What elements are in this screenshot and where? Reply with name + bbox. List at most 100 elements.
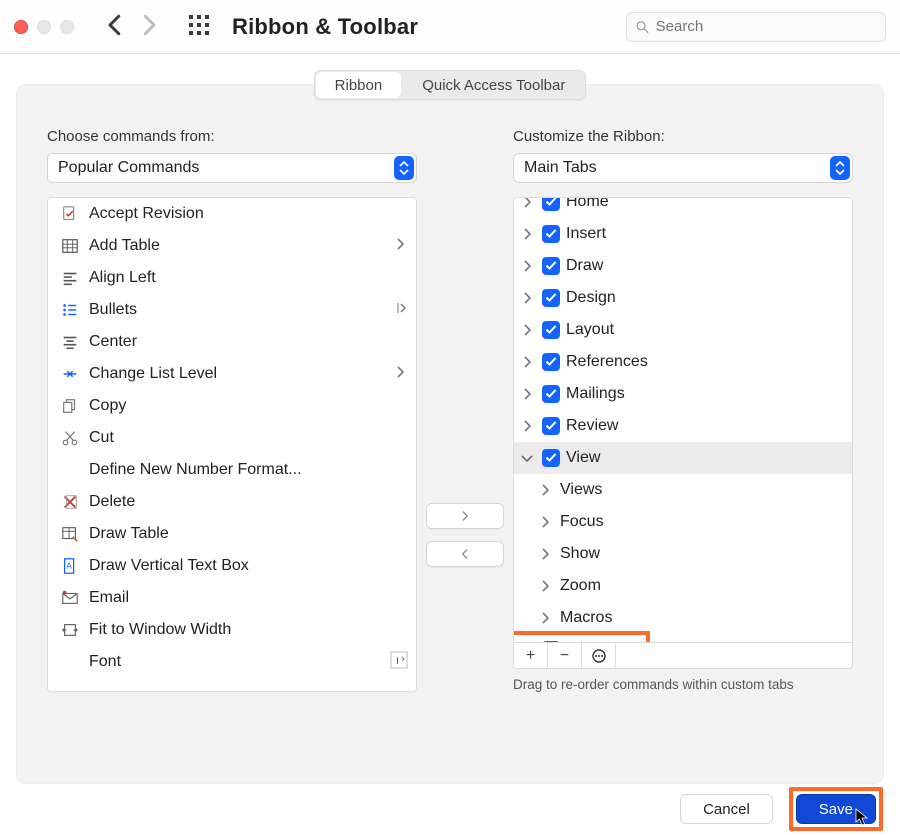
chevron-right-icon[interactable] [518,324,536,336]
command-item[interactable]: Copy [48,390,416,422]
command-item[interactable]: Cut [48,422,416,454]
child-label: Macros [560,609,612,627]
command-label: Bullets [89,301,387,319]
tab-tree-child[interactable]: Zoom [514,570,852,602]
chevron-right-icon[interactable] [536,612,554,624]
checkbox-icon[interactable] [542,449,560,467]
transfer-buttons [417,128,513,692]
tab-tree-item[interactable]: Draw [514,250,852,282]
back-button[interactable] [100,10,130,44]
command-item[interactable]: Draw Table [48,518,416,550]
command-label: Fit to Window Width [89,621,408,639]
tab-tree-child[interactable]: Show [514,538,852,570]
zoom-window-icon[interactable] [60,20,74,34]
chevron-down-icon[interactable] [518,454,536,462]
command-item[interactable]: Change List Level [48,358,416,390]
chevron-right-icon[interactable] [518,356,536,368]
child-label: Show [560,545,600,563]
cursor-icon [855,808,871,826]
command-item[interactable]: ADraw Vertical Text Box [48,550,416,582]
tab-tree-item[interactable]: Insert [514,218,852,250]
blank-icon [60,460,80,480]
command-item[interactable]: Fit to Window Width [48,614,416,646]
chevron-right-icon[interactable] [518,198,536,208]
tab-tree-item[interactable]: Design [514,282,852,314]
cut-icon [60,428,80,448]
tab-ribbon[interactable]: Ribbon [316,72,402,98]
commands-listbox[interactable]: Accept RevisionAdd Table Align Left Bullet… [47,197,417,692]
font-picker-icon[interactable]: I [390,651,408,674]
chevron-right-icon[interactable] [536,548,554,560]
command-item[interactable]: Accept Revision [48,198,416,230]
checkbox-icon[interactable] [542,321,560,339]
tab-quick-access-toolbar[interactable]: Quick Access Toolbar [402,71,585,99]
chevron-right-icon[interactable] [518,260,536,272]
choose-commands-dropdown[interactable]: Popular Commands [47,153,417,183]
tab-tree-item[interactable]: Home [514,198,852,218]
chevron-right-icon[interactable] [518,420,536,432]
customize-ribbon-label: Customize the Ribbon: [513,128,853,145]
draw-table-icon [60,524,80,544]
command-label: Align Left [89,269,408,287]
chevron-right-icon[interactable] [536,516,554,528]
tab-label: Design [566,289,616,307]
tab-segmented-control[interactable]: Ribbon Quick Access Toolbar [314,70,587,100]
command-item[interactable]: Add Table [48,230,416,262]
tab-tree-child[interactable]: Focus [514,506,852,538]
ribbon-tabs-tree[interactable]: Home Insert Draw Design LayoutReferencesMail… [513,197,853,669]
child-label: Zoom [560,577,601,595]
command-item[interactable]: Email [48,582,416,614]
command-item[interactable]: Delete [48,486,416,518]
customize-ribbon-dropdown[interactable]: Main Tabs [513,153,853,183]
show-all-icon[interactable] [188,14,210,40]
tab-tree-child[interactable]: Views [514,474,852,506]
tab-label: Review [566,417,618,435]
close-window-icon[interactable] [14,20,28,34]
command-item[interactable]: Center [48,326,416,358]
search-field[interactable] [626,12,886,42]
chevron-right-icon[interactable] [536,484,554,496]
tab-tree-item[interactable]: View [514,442,852,474]
command-label: Change List Level [89,365,387,383]
checkbox-icon[interactable] [542,641,560,642]
accept-revision-icon [60,204,80,224]
search-input[interactable] [656,18,877,35]
remove-tab-button[interactable]: − [548,643,582,668]
tab-tree-item[interactable]: Layout [514,314,852,346]
add-command-button[interactable] [426,503,504,529]
save-button[interactable]: Save [796,794,876,824]
svg-text:I: I [396,656,399,667]
tab-tree-item[interactable]: References [514,346,852,378]
chevron-right-icon[interactable] [518,388,536,400]
command-item[interactable]: FontI [48,646,416,678]
checkbox-icon[interactable] [542,257,560,275]
checkbox-icon[interactable] [542,417,560,435]
minimize-window-icon[interactable] [37,20,51,34]
remove-command-button[interactable] [426,541,504,567]
tab-tree-item[interactable]: Developer [514,634,852,642]
chevron-right-icon[interactable] [518,292,536,304]
checkbox-icon[interactable] [542,198,560,211]
center-icon [60,332,80,352]
forward-button[interactable] [134,10,164,44]
checkbox-icon[interactable] [542,353,560,371]
tab-tree-item[interactable]: Mailings [514,378,852,410]
checkbox-icon[interactable] [542,225,560,243]
tab-label: Insert [566,225,606,243]
command-label: Center [89,333,408,351]
checkbox-icon[interactable] [542,289,560,307]
checkbox-icon[interactable] [542,385,560,403]
tab-tree-child[interactable]: Macros [514,602,852,634]
chevron-right-icon[interactable] [536,580,554,592]
command-item[interactable]: Align Left [48,262,416,294]
delete-icon [60,492,80,512]
command-item[interactable]: Define New Number Format... [48,454,416,486]
command-item[interactable]: Bullets [48,294,416,326]
vertical-textbox-icon: A [60,556,80,576]
tab-settings-button[interactable] [582,643,616,668]
command-label: Draw Table [89,525,408,543]
chevron-right-icon[interactable] [518,228,536,240]
cancel-button[interactable]: Cancel [680,794,773,824]
tab-tree-item[interactable]: Review [514,410,852,442]
add-tab-button[interactable]: + [514,643,548,668]
